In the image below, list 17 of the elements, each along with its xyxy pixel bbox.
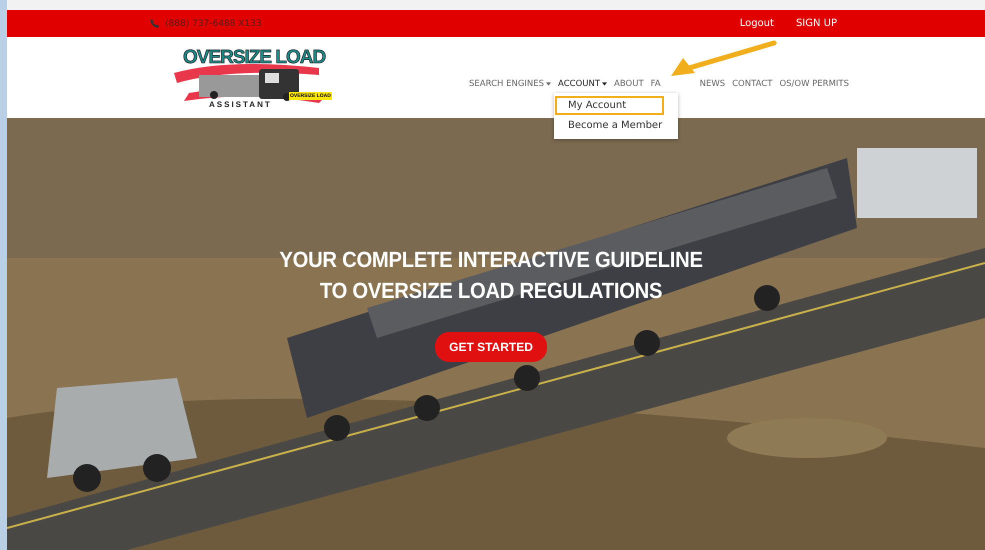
nav-link[interactable]: ACCOUNT (558, 78, 608, 88)
nav-link[interactable]: ABOUT (614, 78, 644, 88)
get-started-button[interactable]: GET STARTED (435, 332, 547, 362)
nav-link[interactable]: NEWS (700, 78, 726, 88)
hero-headline: YOUR COMPLETE INTERACTIVE GUIDELINE TO OVERSIZE LOAD REGULATIONS (279, 246, 703, 305)
top-link[interactable]: Logout (740, 18, 774, 29)
menu-item[interactable]: My Account (555, 96, 664, 114)
nav-link[interactable]: FA (650, 78, 661, 88)
nav-link[interactable]: CONTACT (732, 78, 772, 88)
nav-link[interactable]: SEARCH ENGINES (469, 78, 552, 88)
menu-item[interactable]: Become a Member (554, 114, 678, 136)
phone-icon (150, 19, 159, 28)
caret-icon (546, 82, 552, 86)
top-link[interactable]: SIGN UP (796, 18, 837, 29)
caret-icon (602, 82, 608, 86)
logo-title: OVERSIZE LOAD (183, 46, 326, 68)
nav-link[interactable]: OS/OW PERMITS (779, 78, 850, 88)
